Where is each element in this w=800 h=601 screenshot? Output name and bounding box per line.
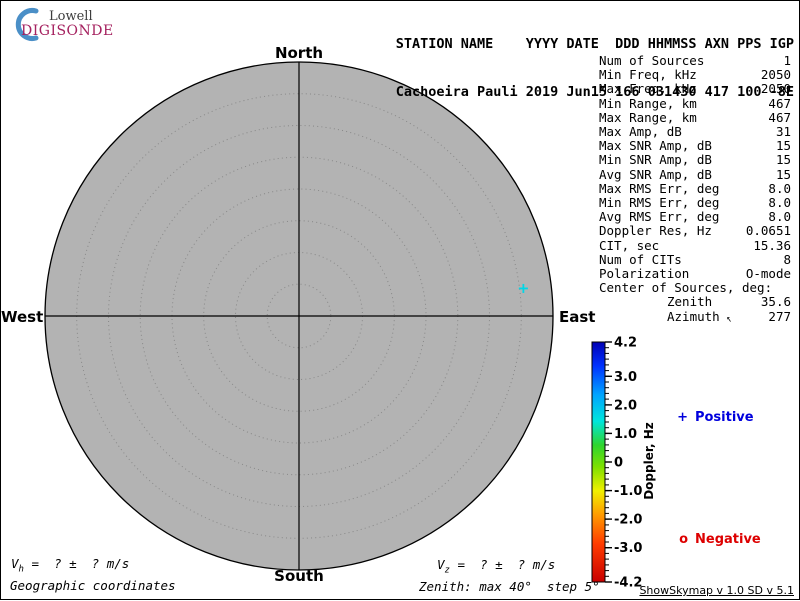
colorbar-tick-label: -2.0: [614, 513, 642, 528]
param-value: 15: [775, 138, 791, 154]
colorbar-tick-label: 1.0: [614, 427, 637, 442]
colorbar-tick-label: -3.0: [614, 541, 642, 556]
param-row: Center of Sources, deg:: [599, 281, 791, 295]
vh-symbol: V: [11, 556, 19, 571]
param-value: 277: [768, 308, 791, 324]
param-row: Zenith 35.6: [599, 295, 791, 309]
param-label: Doppler Res, Hz: [599, 223, 712, 239]
zenith-range-note: Zenith: max 40° step 5°: [419, 579, 600, 594]
param-label: Zenith: [667, 294, 713, 310]
logo-digisonde-text: DIGISONDE: [21, 23, 114, 39]
param-value: 8.0: [768, 180, 791, 196]
param-row: Min SNR Amp, dB 15: [599, 153, 791, 167]
param-row: Max Freq, kHz 2050: [599, 82, 791, 96]
param-label: Num of CITs: [599, 251, 682, 267]
vz-value: = ? ± ? m/s: [449, 557, 556, 572]
param-value: 15: [775, 152, 791, 168]
param-row: Max SNR Amp, dB 15: [599, 139, 791, 153]
param-row: Min Freq, kHz 2050: [599, 68, 791, 82]
colorbar-gradient: [591, 341, 606, 583]
param-value: 31: [775, 124, 791, 140]
colorbar-tick-label: 4.2: [614, 336, 637, 351]
param-label: Max Amp, dB: [599, 124, 682, 140]
param-row: CIT, sec 15.36: [599, 237, 791, 253]
param-row: Avg RMS Err, deg 8.0: [599, 210, 791, 224]
legend-positive-label: Positive: [694, 410, 754, 425]
legend-positive: + Positive: [668, 395, 754, 425]
param-label: Max RMS Err, deg: [599, 180, 720, 196]
param-label: Center of Sources, deg:: [599, 280, 773, 296]
version-label: ShowSkymap v 1.0 SD v 5.1: [639, 584, 794, 597]
param-label: Min RMS Err, deg: [599, 195, 720, 211]
param-row: Doppler Res, Hz 0.0651: [599, 224, 791, 238]
legend-negative: o Negative: [670, 517, 761, 547]
param-label: Max Freq, kHz: [599, 81, 697, 97]
param-value: 8: [783, 251, 791, 267]
param-label: Avg RMS Err, deg: [599, 209, 720, 225]
param-row: Num of Sources 1: [599, 53, 791, 68]
param-value: 15: [775, 166, 791, 182]
colorbar-tick-label: 3.0: [614, 370, 637, 385]
param-value: 0.0651: [745, 223, 791, 239]
station-header-columns: STATION NAME YYYY DATE DDD HHMMSS AXN PP…: [395, 36, 794, 52]
param-value: 15.36: [753, 237, 791, 253]
param-value: O-mode: [745, 266, 791, 282]
horizontal-velocity-readout: Vh = ? ± ? m/s: [11, 556, 129, 575]
param-row: Min Range, km 467: [599, 95, 791, 111]
param-label: Num of Sources: [599, 53, 705, 68]
param-label: Azimuth ↖: [667, 309, 733, 326]
vertical-velocity-readout: Vz = ? ± ? m/s: [437, 557, 555, 576]
azimuth-direction-icon: ↖: [718, 311, 733, 325]
skymap-window: { "logo": { "name_top": "Lowell", "name_…: [0, 0, 800, 600]
compass-west-label: West: [1, 308, 44, 326]
param-value: 467: [768, 95, 791, 111]
colorbar-tick-label: -4.2: [614, 576, 642, 591]
param-label: Min Freq, kHz: [599, 67, 697, 83]
param-row: Max Range, km 467: [599, 109, 791, 125]
param-value: 35.6: [760, 294, 791, 310]
colorbar-axis-label: Doppler, Hz: [642, 422, 656, 500]
param-row: Num of CITs 8: [599, 251, 791, 267]
param-label: Max Range, km: [599, 109, 697, 125]
param-value: 1: [783, 53, 791, 68]
digisonde-logo: Lowell DIGISONDE: [9, 6, 113, 42]
param-value: 8.0: [768, 195, 791, 211]
compass-east-label: East: [559, 308, 596, 326]
colorbar-tick-label: 2.0: [614, 398, 637, 413]
positive-marker-icon: +: [677, 410, 688, 425]
negative-marker-icon: o: [679, 532, 688, 547]
param-row: Azimuth ↖ 277: [599, 308, 791, 326]
param-value: 2050: [760, 81, 791, 97]
compass-south-label: South: [274, 567, 324, 585]
param-value: 467: [768, 109, 791, 125]
legend-negative-label: Negative: [695, 532, 761, 547]
param-value: 8.0: [768, 209, 791, 225]
param-label: Max SNR Amp, dB: [599, 138, 712, 154]
compass-north-label: North: [274, 44, 324, 62]
param-row: Max Amp, dB 31: [599, 124, 791, 140]
param-row: Max RMS Err, deg 8.0: [599, 180, 791, 196]
vh-value: = ? ± ? m/s: [23, 556, 130, 571]
coordinates-note: Geographic coordinates: [10, 578, 176, 593]
colorbar-tick-label: -1.0: [614, 484, 642, 499]
param-row: Polarization O-mode: [599, 266, 791, 282]
colorbar-tick-label: 0: [614, 456, 623, 471]
param-label: Avg SNR Amp, dB: [599, 166, 712, 182]
param-value: 2050: [760, 67, 791, 83]
param-label: Min Range, km: [599, 95, 697, 111]
logo-lowell-text: Lowell: [49, 9, 93, 24]
params-list: Num of Sources 1 Min Freq, kHz 2050 Max Freq…: [599, 53, 791, 326]
param-row: Avg SNR Amp, dB 15: [599, 166, 791, 182]
param-label: CIT, sec: [599, 237, 660, 253]
param-row: Min RMS Err, deg 8.0: [599, 195, 791, 211]
param-label: Min SNR Amp, dB: [599, 152, 712, 168]
vz-symbol: V: [437, 557, 445, 572]
param-label: Polarization: [599, 266, 690, 282]
